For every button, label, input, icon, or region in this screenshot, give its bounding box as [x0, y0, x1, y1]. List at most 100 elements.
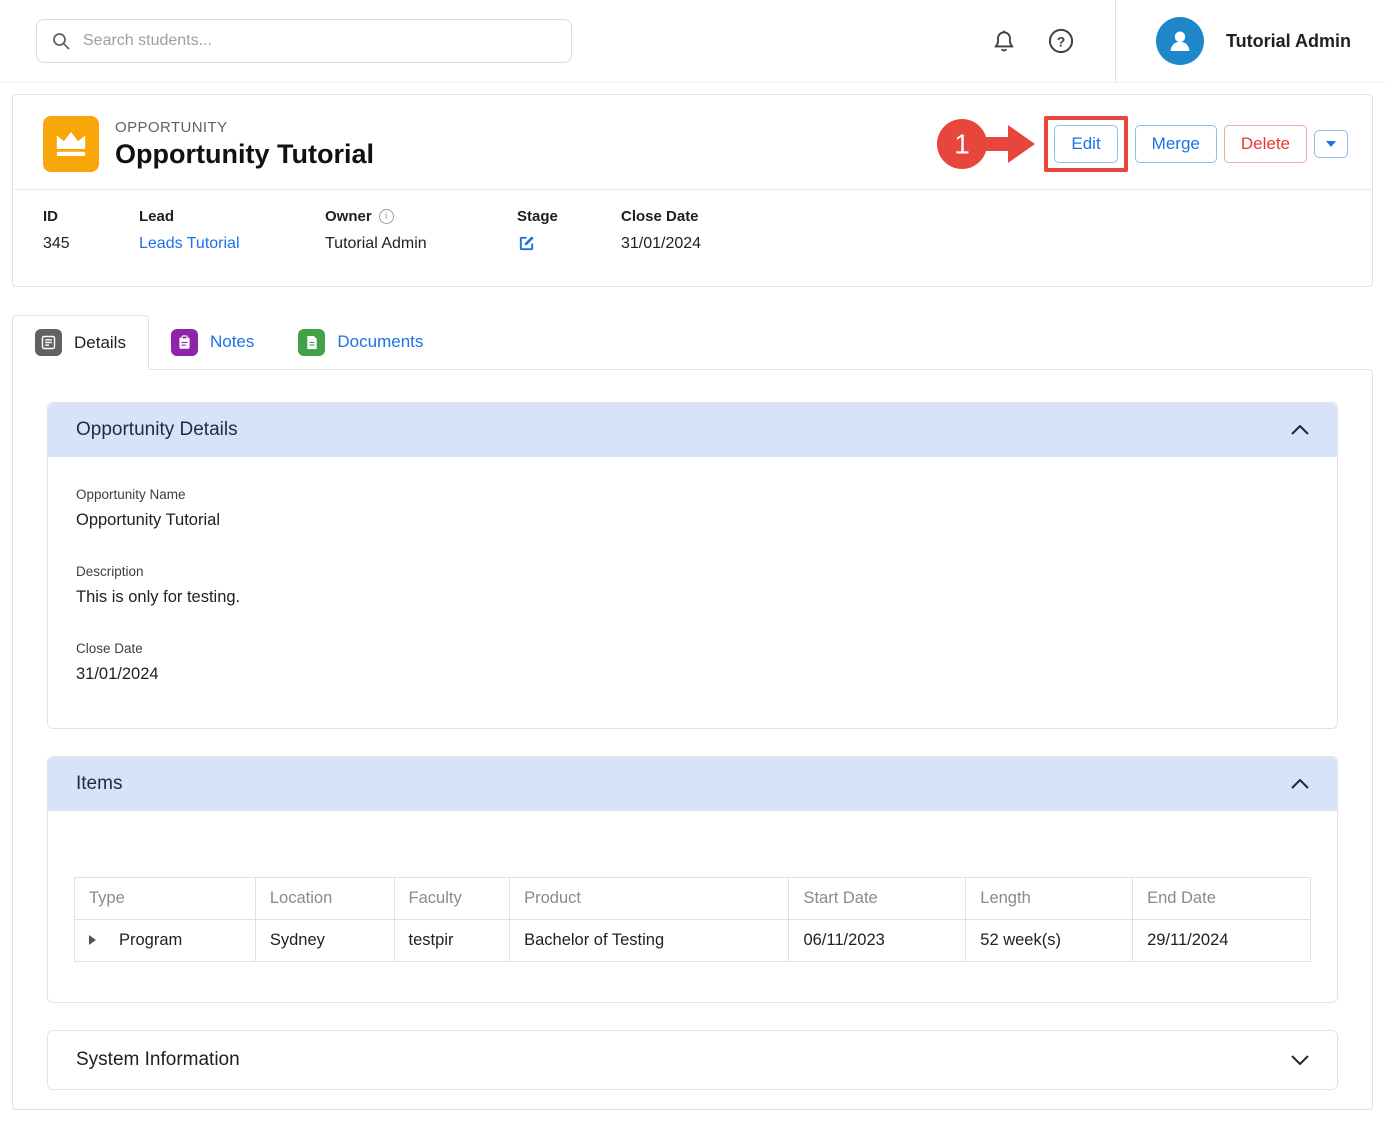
topbar-divider	[1115, 0, 1116, 83]
items-table-header-row: Type Location Faculty Product Start Date…	[75, 878, 1311, 920]
col-end-date: End Date	[1133, 878, 1311, 920]
header-actions: 1 Edit Merge Delete	[935, 115, 1348, 173]
items-card: Items Type Location Faculty	[47, 756, 1338, 1003]
col-product: Product	[510, 878, 789, 920]
close-date-value: 31/01/2024	[621, 235, 701, 253]
opportunity-details-header[interactable]: Opportunity Details	[48, 403, 1337, 457]
search-input[interactable]	[83, 32, 557, 50]
details-icon	[35, 329, 62, 356]
cell-product: Bachelor of Testing	[510, 920, 789, 962]
entity-label: OPPORTUNITY	[115, 119, 374, 136]
col-faculty: Faculty	[394, 878, 510, 920]
tab-details-label: Details	[74, 333, 126, 353]
cell-type: Program	[75, 920, 256, 962]
stage-label: Stage	[517, 208, 621, 225]
opportunity-details-title: Opportunity Details	[76, 419, 238, 441]
user-name: Tutorial Admin	[1226, 31, 1351, 52]
search-box[interactable]	[36, 19, 572, 63]
tab-documents-label: Documents	[337, 332, 423, 352]
summary-row: ID 345 Lead Leads Tutorial Owner Tutoria…	[13, 190, 1372, 286]
description-label: Description	[76, 564, 1309, 579]
field-stage: Stage	[517, 208, 621, 258]
field-lead: Lead Leads Tutorial	[139, 208, 325, 258]
svg-text:?: ?	[1057, 33, 1066, 49]
opportunity-details-body: Opportunity Name Opportunity Tutorial De…	[48, 457, 1337, 728]
chevron-down-icon	[1326, 141, 1336, 147]
chevron-up-icon	[1291, 425, 1309, 435]
field-owner: Owner Tutorial Admin	[325, 208, 517, 258]
header-top: OPPORTUNITY Opportunity Tutorial 1 Edit …	[13, 95, 1372, 189]
field-opportunity-name: Opportunity Name Opportunity Tutorial	[76, 487, 1309, 530]
owner-value: Tutorial Admin	[325, 235, 427, 253]
cell-type-text: Program	[119, 931, 182, 949]
main-content: OPPORTUNITY Opportunity Tutorial 1 Edit …	[0, 83, 1385, 1110]
opportunity-details-card: Opportunity Details Opportunity Name Opp…	[47, 402, 1338, 729]
svg-text:1: 1	[955, 129, 971, 160]
field-id: ID 345	[43, 208, 139, 258]
notes-icon	[171, 329, 198, 356]
person-icon	[1165, 26, 1195, 56]
close-date-detail-value: 31/01/2024	[76, 665, 1309, 684]
description-value: This is only for testing.	[76, 588, 1309, 607]
id-label: ID	[43, 208, 139, 225]
col-start-date: Start Date	[789, 878, 966, 920]
items-body: Type Location Faculty Product Start Date…	[48, 811, 1337, 1002]
system-information-header[interactable]: System Information	[47, 1030, 1338, 1090]
merge-button[interactable]: Merge	[1135, 125, 1217, 163]
more-actions-button[interactable]	[1314, 130, 1348, 158]
cell-length: 52 week(s)	[966, 920, 1133, 962]
edit-pencil-icon	[517, 234, 536, 253]
topbar: ? Tutorial Admin	[0, 0, 1385, 83]
id-value: 345	[43, 235, 70, 253]
row-expand-icon[interactable]	[89, 935, 96, 945]
close-date-detail-label: Close Date	[76, 641, 1309, 656]
items-header[interactable]: Items	[48, 757, 1337, 811]
documents-icon	[298, 329, 325, 356]
chevron-up-icon	[1291, 779, 1309, 789]
opportunity-name-value: Opportunity Tutorial	[76, 511, 1309, 530]
tab-notes[interactable]: Notes	[149, 315, 276, 369]
crown-icon	[43, 116, 99, 172]
system-information-title: System Information	[76, 1049, 240, 1071]
cell-faculty: testpir	[394, 920, 510, 962]
col-type: Type	[75, 878, 256, 920]
bell-icon	[991, 28, 1017, 54]
field-close-date-detail: Close Date 31/01/2024	[76, 641, 1309, 684]
page-title: Opportunity Tutorial	[115, 139, 374, 170]
col-location: Location	[255, 878, 394, 920]
opportunity-header-card: OPPORTUNITY Opportunity Tutorial 1 Edit …	[12, 94, 1373, 287]
lead-label: Lead	[139, 208, 325, 225]
cell-start-date: 06/11/2023	[789, 920, 966, 962]
field-close-date: Close Date 31/01/2024	[621, 208, 701, 258]
search-icon	[51, 31, 71, 51]
help-button[interactable]: ?	[1041, 21, 1081, 61]
lead-link[interactable]: Leads Tutorial	[139, 235, 240, 253]
items-title: Items	[76, 773, 122, 795]
owner-label: Owner	[325, 208, 517, 225]
notifications-button[interactable]	[985, 22, 1023, 60]
opportunity-name-label: Opportunity Name	[76, 487, 1309, 502]
cell-location: Sydney	[255, 920, 394, 962]
close-date-label: Close Date	[621, 208, 701, 225]
details-tab-panel: Opportunity Details Opportunity Name Opp…	[12, 369, 1373, 1110]
question-icon: ?	[1047, 27, 1075, 55]
edit-button[interactable]: Edit	[1054, 125, 1117, 163]
info-icon	[379, 209, 394, 224]
items-table-row: Program Sydney testpir Bachelor of Testi…	[75, 920, 1311, 962]
col-length: Length	[966, 878, 1133, 920]
tab-details[interactable]: Details	[12, 315, 149, 370]
items-table: Type Location Faculty Product Start Date…	[74, 877, 1311, 962]
annotation-arrow-1: 1	[935, 115, 1037, 173]
owner-label-text: Owner	[325, 208, 372, 225]
avatar[interactable]	[1156, 17, 1204, 65]
tab-documents[interactable]: Documents	[276, 315, 445, 369]
annotation-highlight-box: Edit	[1044, 116, 1127, 172]
delete-button[interactable]: Delete	[1224, 125, 1307, 163]
stage-edit-button[interactable]	[517, 234, 536, 253]
topbar-right: ? Tutorial Admin	[985, 0, 1385, 82]
chevron-down-icon	[1291, 1055, 1309, 1065]
entity-text: OPPORTUNITY Opportunity Tutorial	[115, 119, 374, 170]
cell-end-date: 29/11/2024	[1133, 920, 1311, 962]
tab-bar: Details Notes Documents	[12, 315, 1373, 369]
tab-notes-label: Notes	[210, 332, 254, 352]
